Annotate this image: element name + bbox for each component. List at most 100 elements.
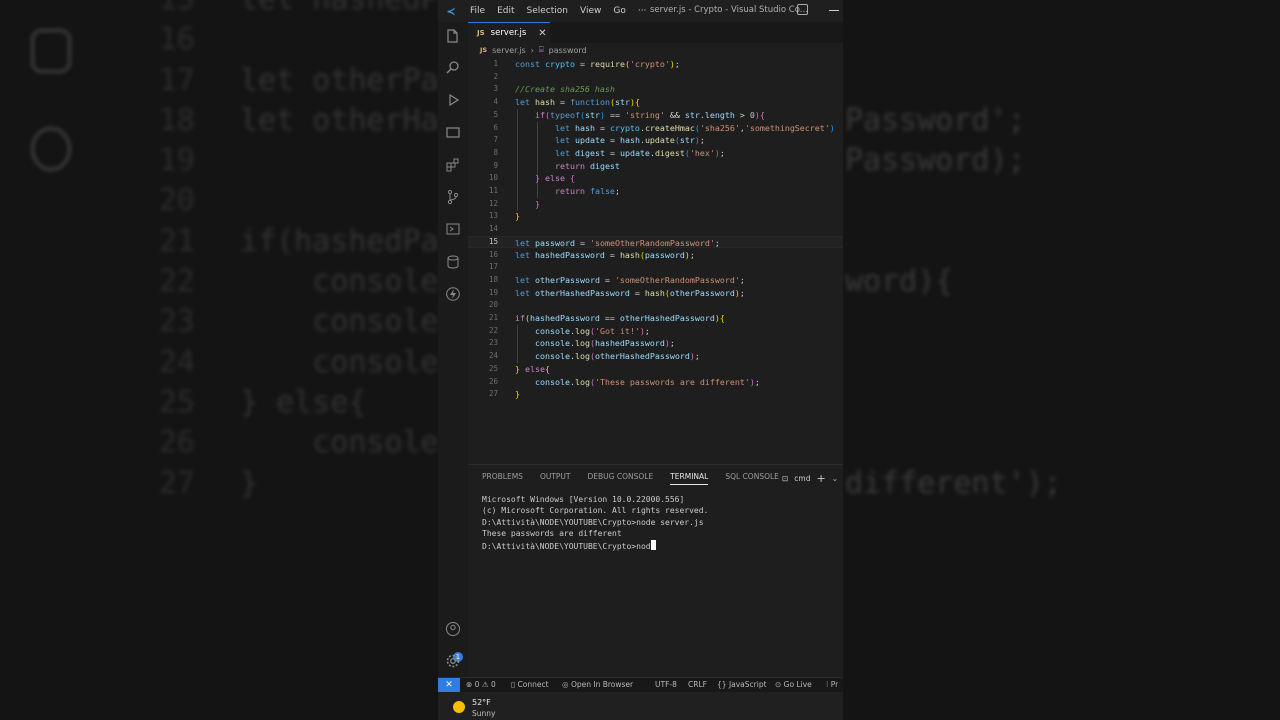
code-line: } <box>534 198 540 209</box>
menu-edit[interactable]: Edit <box>491 6 520 16</box>
remote-explorer-icon[interactable] <box>445 125 461 141</box>
tab-server-js[interactable]: JS server.js ✕ <box>468 22 550 43</box>
line-number: 12 <box>488 198 498 208</box>
javascript-file-icon: JS <box>480 46 488 54</box>
tab-sql-console[interactable]: SQL CONSOLE <box>725 472 779 485</box>
line-number: 8 <box>493 147 498 157</box>
shell-name[interactable]: cmd <box>794 474 810 483</box>
close-icon[interactable]: ✕ <box>538 28 546 39</box>
line-number: 5 <box>493 109 498 119</box>
background-line-numbers: 15 16 17 18 19 20 21 22 23 24 25 26 27 <box>158 0 195 501</box>
code-line: const crypto = require('crypto'); <box>515 59 680 69</box>
line-number: 23 <box>488 338 498 348</box>
windows-taskbar: 52°F Sunny <box>438 692 843 720</box>
line-number: 11 <box>488 186 498 195</box>
gear-icon[interactable] <box>445 653 461 669</box>
tab-label: server.js <box>490 28 527 38</box>
code-line: if(hashedPassword == otherHashedPassword… <box>515 313 725 323</box>
errors-indicator[interactable]: ⊗ 0 ⚠ 0 <box>466 680 496 689</box>
line-number: 14 <box>488 224 498 234</box>
open-in-browser-button[interactable]: ◎ Open In Browser <box>562 680 633 689</box>
tab-problems[interactable]: PROBLEMS <box>482 472 523 485</box>
add-terminal-icon[interactable]: + <box>816 472 825 485</box>
sun-icon <box>453 701 465 713</box>
menu-selection[interactable]: Selection <box>521 6 574 16</box>
account-icon[interactable] <box>445 621 461 637</box>
code-line: let otherPassword = 'someOtherRandomPass… <box>515 274 745 285</box>
status-bar: ✕ ⊗ 0 ⚠ 0 ▯ Connect ◎ Open In Browser UT… <box>438 677 843 693</box>
code-line: return digest <box>554 160 620 171</box>
vscode-logo-icon: ≺ <box>446 4 456 18</box>
menu-bar: File Edit Selection View Go ··· <box>464 6 652 16</box>
panel-actions: ⊡ cmd + ⌄ <box>782 472 838 485</box>
extensions-icon[interactable] <box>445 157 461 173</box>
weather-temperature[interactable]: 52°F <box>472 698 491 707</box>
line-number: 1 <box>493 59 498 68</box>
lightning-icon-bg <box>30 126 72 172</box>
breadcrumb-symbol[interactable]: password <box>549 46 587 55</box>
variable-icon: ⌸ <box>538 45 544 54</box>
search-icon[interactable] <box>445 60 461 76</box>
connect-button[interactable]: ▯ Connect <box>511 680 549 689</box>
line-number: 4 <box>493 97 498 107</box>
panel-tabs: PROBLEMS OUTPUT DEBUG CONSOLE TERMINAL S… <box>482 472 796 485</box>
language-mode[interactable]: {} JavaScript <box>717 680 767 689</box>
tab-terminal[interactable]: TERMINAL <box>670 472 709 485</box>
database-icon[interactable] <box>445 254 461 270</box>
line-number: 18 <box>488 274 498 284</box>
code-line: let digest = update.digest('hex'); <box>554 147 725 158</box>
terminal-line: These passwords are different <box>482 529 622 539</box>
layout-icon[interactable] <box>797 4 808 15</box>
code-editor[interactable]: const crypto = require('crypto'); //Crea… <box>468 58 843 460</box>
code-line: if(typeof(str) == 'string' && str.length… <box>534 109 765 120</box>
menu-go[interactable]: Go <box>607 6 631 16</box>
terminal-icon: ⊡ <box>781 474 789 483</box>
line-number: 13 <box>488 211 498 221</box>
menu-file[interactable]: File <box>464 6 491 16</box>
code-line: } <box>515 389 520 400</box>
eol-indicator[interactable]: CRLF <box>688 680 707 689</box>
terminal-line: D:\Attività\NODE\YOUTUBE\Crypto>node ser… <box>482 517 704 527</box>
line-number: 20 <box>488 300 498 310</box>
encoding-indicator[interactable]: UTF-8 <box>655 680 677 689</box>
code-line: console.log(otherHashedPassword); <box>534 351 700 362</box>
line-number: 6 <box>493 122 498 132</box>
code-line: } else { <box>534 173 575 184</box>
line-number: 19 <box>488 287 498 297</box>
explorer-icon[interactable] <box>445 28 461 44</box>
line-number: 9 <box>493 160 498 170</box>
breadcrumb-file[interactable]: server.js <box>492 46 526 55</box>
code-line: let update = hash.update(str); <box>554 135 705 146</box>
terminal-line: Microsoft Windows [Version 10.0.22000.55… <box>482 495 685 504</box>
line-number: 3 <box>493 84 498 94</box>
prettier-button[interactable]: ⁝ Pr <box>826 680 838 689</box>
breadcrumb: JS server.js › ⌸ password <box>480 45 587 55</box>
menu-view[interactable]: View <box>574 6 607 16</box>
line-number: 22 <box>488 325 498 335</box>
activity-bar: 1 <box>438 22 468 677</box>
background-code-right: Password'; Password); word){ different')… <box>845 102 1062 501</box>
tab-output[interactable]: OUTPUT <box>540 472 571 485</box>
line-number: 10 <box>488 173 498 183</box>
background-code: let hashedPa let otherPa let otherHa if(… <box>240 0 457 501</box>
terminal-prompt: D:\Attività\NODE\YOUTUBE\Crypto>nod <box>482 541 651 551</box>
chevron-down-icon[interactable]: ⌄ <box>832 474 838 483</box>
minimize-button[interactable] <box>829 10 839 11</box>
run-debug-icon[interactable] <box>445 92 461 108</box>
line-number: 7 <box>493 135 498 145</box>
tab-debug-console[interactable]: DEBUG CONSOLE <box>588 472 654 485</box>
go-live-button[interactable]: ⊙ Go Live <box>775 680 812 689</box>
remote-icon[interactable]: ✕ <box>438 678 460 693</box>
terminal-line: (c) Microsoft Corporation. All rights re… <box>482 506 709 516</box>
line-number: 24 <box>488 351 498 361</box>
code-line: console.log('Got it!'); <box>534 325 650 336</box>
code-line: let hash = function(str){ <box>515 97 640 108</box>
weather-condition[interactable]: Sunny <box>472 709 495 718</box>
testing-icon[interactable] <box>445 221 461 237</box>
database-icon-bg <box>30 28 72 74</box>
thunder-client-icon[interactable] <box>445 286 461 302</box>
current-line: let password = 'someOtherRandomPassword'… <box>468 235 843 249</box>
line-number: 2 <box>493 71 498 81</box>
source-control-icon[interactable] <box>445 189 461 205</box>
terminal-output[interactable]: Microsoft Windows [Version 10.0.22000.55… <box>482 494 708 552</box>
